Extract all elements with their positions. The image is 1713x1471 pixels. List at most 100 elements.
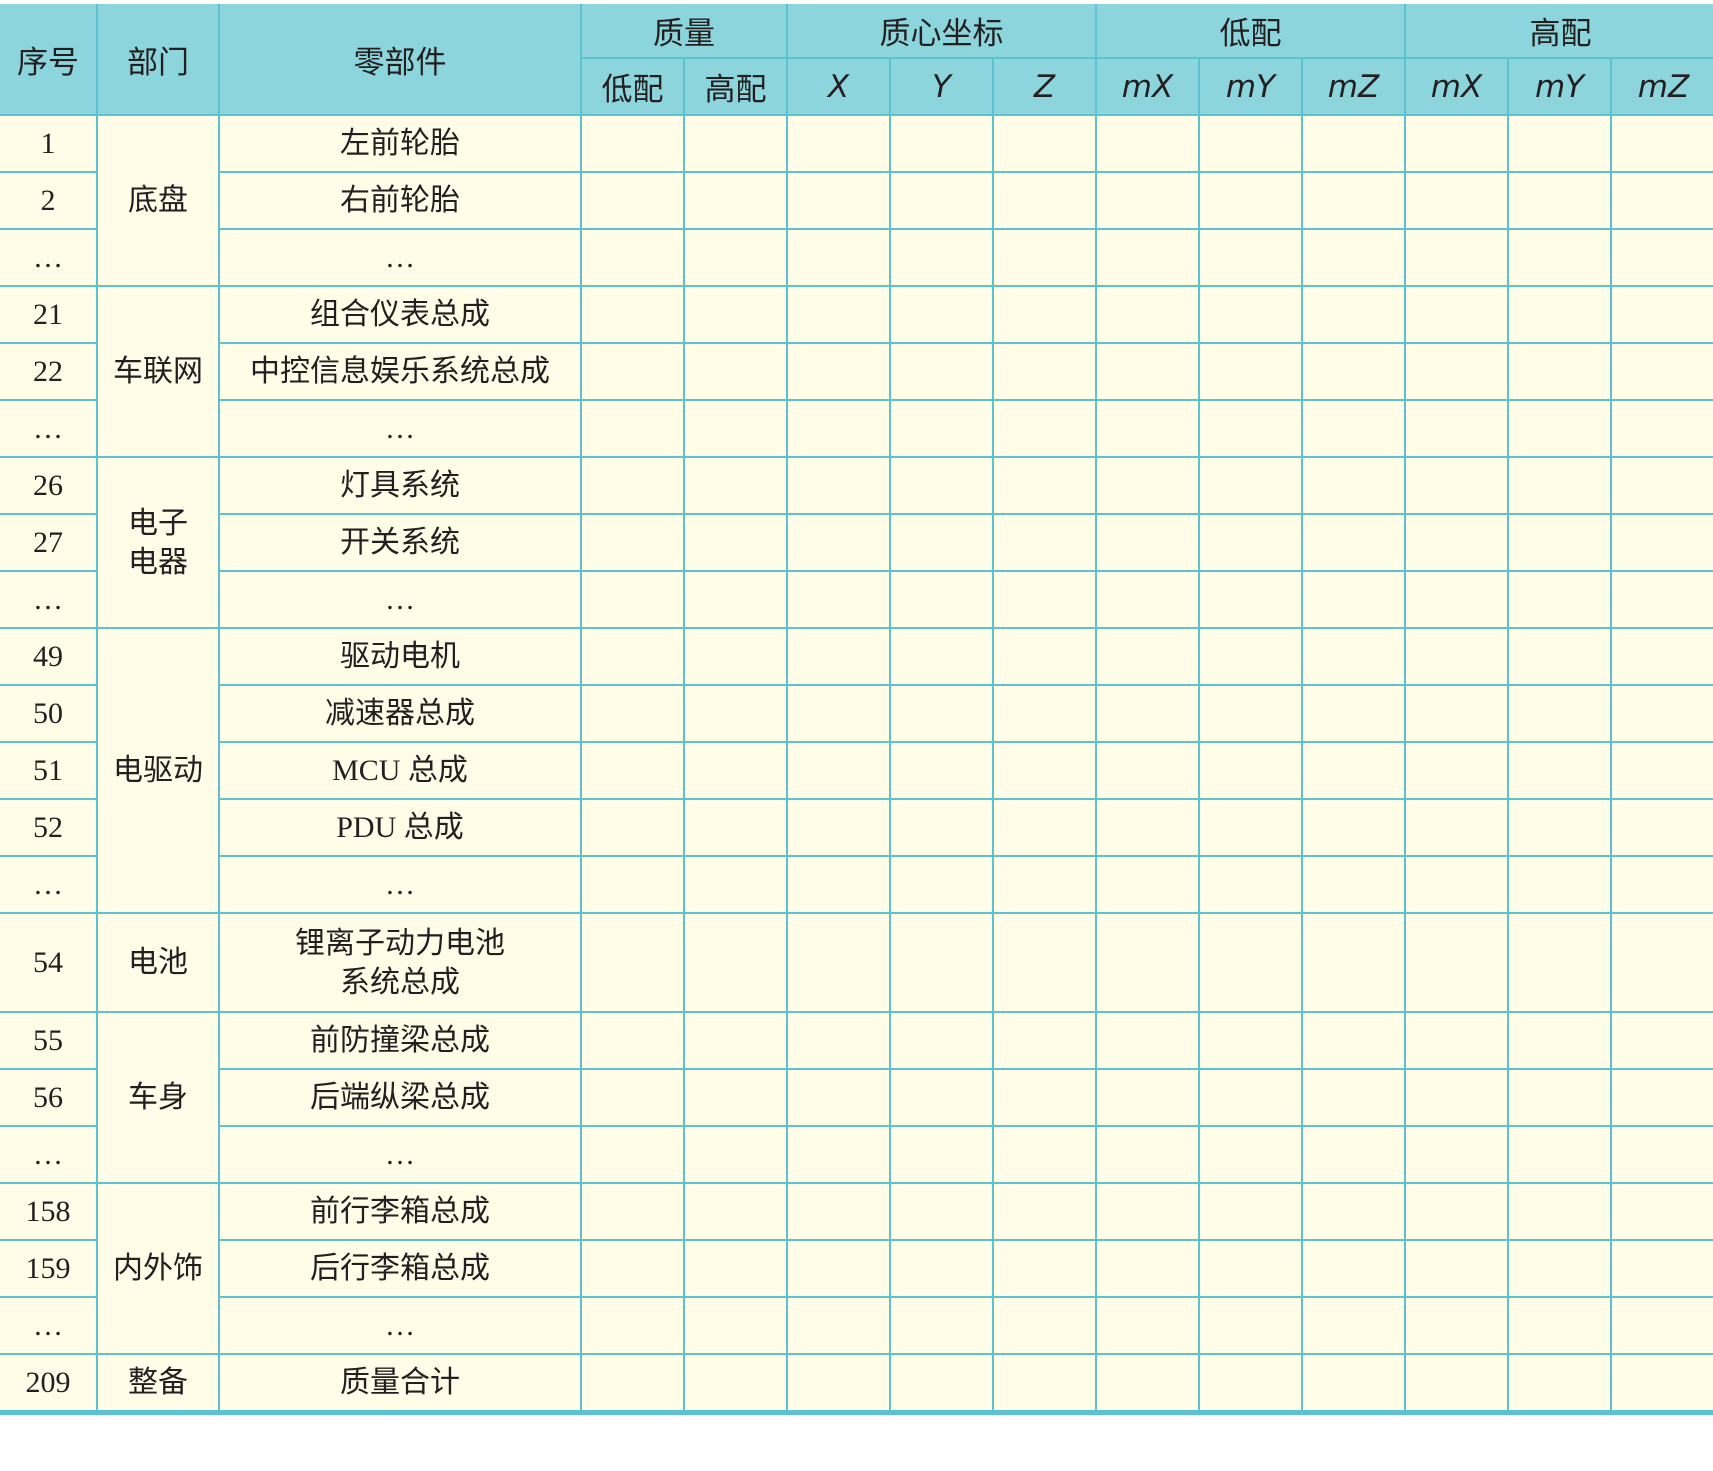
cell-empty — [683, 570, 788, 629]
cell-seq: 52 — [0, 798, 98, 857]
cell-seq: … — [0, 855, 98, 914]
header-mass: 质量 — [580, 4, 788, 59]
cell-empty — [889, 1296, 994, 1355]
cell-empty — [1198, 741, 1303, 800]
cell-empty — [580, 1296, 685, 1355]
cell-empty — [786, 171, 891, 230]
cell-empty — [992, 1011, 1097, 1070]
cell-empty — [1610, 570, 1713, 629]
cell-seq: 2 — [0, 171, 98, 230]
cell-dept: 底盘 — [96, 114, 220, 287]
table-body: 1 底盘 左前轮胎 2 右前轮胎…… 21 车联网 组合仪表总成 22 中控信息娱乐系统总成…… 2… — [0, 114, 1713, 1414]
cell-empty — [580, 513, 685, 572]
header-part: 零部件 — [218, 4, 582, 116]
cell-empty — [683, 1239, 788, 1298]
cell-empty — [683, 399, 788, 458]
cell-empty — [992, 627, 1097, 686]
cell-seq: 56 — [0, 1068, 98, 1127]
cell-part: 质量合计 — [218, 1353, 582, 1414]
cell-empty — [1300, 1125, 1407, 1184]
cell-empty — [1507, 456, 1613, 515]
cell-part: 中控信息娱乐系统总成 — [218, 342, 582, 401]
header-mass-high: 高配 — [683, 57, 788, 116]
cell-empty — [992, 912, 1097, 1013]
cell-empty — [992, 1353, 1097, 1414]
cell-dept: 内外饰 — [96, 1182, 220, 1355]
header-cog-x: X — [786, 57, 891, 116]
cell-empty — [786, 456, 891, 515]
cell-empty — [889, 570, 994, 629]
cell-empty — [1507, 1182, 1613, 1241]
cell-empty — [992, 1068, 1097, 1127]
cell-empty — [1198, 228, 1303, 287]
cell-empty — [1404, 513, 1510, 572]
cell-empty — [889, 285, 994, 344]
table-row: …… — [0, 399, 1713, 458]
cell-empty — [1404, 1011, 1510, 1070]
cell-empty — [1507, 399, 1613, 458]
cell-empty — [1404, 855, 1510, 914]
table-row: 2 右前轮胎 — [0, 171, 1713, 230]
cell-empty — [1404, 114, 1510, 173]
cell-empty — [889, 513, 994, 572]
header-cog: 质心坐标 — [786, 4, 1097, 59]
table-row: 49 电驱动 驱动电机 — [0, 627, 1713, 914]
cell-empty — [1404, 171, 1510, 230]
cell-empty — [1300, 228, 1407, 287]
cell-empty — [1610, 285, 1713, 344]
cell-empty — [1610, 1011, 1713, 1070]
cell-empty — [1300, 570, 1407, 629]
cell-empty — [992, 1239, 1097, 1298]
cell-empty — [1404, 570, 1510, 629]
cell-empty — [1095, 627, 1200, 686]
cell-empty — [1507, 285, 1613, 344]
cell-empty — [992, 855, 1097, 914]
mass-table-wrapper: 序号 部门 零部件 质量 质心坐标 低配 高配 低配 高配 X Y Z mX m… — [0, 4, 1713, 1415]
cell-empty — [580, 1011, 685, 1070]
cell-empty — [1198, 1068, 1303, 1127]
cell-empty — [889, 1182, 994, 1241]
cell-empty — [1507, 1239, 1613, 1298]
cell-empty — [580, 627, 685, 686]
cell-empty — [683, 456, 788, 515]
cell-empty — [580, 456, 685, 515]
cell-seq: 49 — [0, 627, 98, 686]
cell-empty — [1198, 684, 1303, 743]
cell-empty — [786, 798, 891, 857]
cell-empty — [889, 1068, 994, 1127]
header-cog-z: Z — [992, 57, 1097, 116]
cell-empty — [1610, 114, 1713, 173]
cell-empty — [683, 741, 788, 800]
cell-empty — [683, 114, 788, 173]
table-row: 26 电子 电器 灯具系统 — [0, 456, 1713, 629]
cell-empty — [1198, 627, 1303, 686]
cell-empty — [1404, 1296, 1510, 1355]
cell-empty — [992, 570, 1097, 629]
cell-empty — [1507, 513, 1613, 572]
cell-empty — [1198, 855, 1303, 914]
cell-empty — [1610, 1125, 1713, 1184]
cell-empty — [786, 342, 891, 401]
cell-empty — [1507, 627, 1613, 686]
cell-empty — [1507, 741, 1613, 800]
cell-empty — [1610, 513, 1713, 572]
cell-empty — [1610, 855, 1713, 914]
cell-empty — [992, 684, 1097, 743]
cell-empty — [889, 741, 994, 800]
header-low-my: mY — [1198, 57, 1303, 116]
cell-empty — [580, 171, 685, 230]
cell-seq: … — [0, 1125, 98, 1184]
cell-part: … — [218, 399, 582, 458]
cell-empty — [1095, 1125, 1200, 1184]
cell-part: 减速器总成 — [218, 684, 582, 743]
cell-empty — [1507, 570, 1613, 629]
cell-empty — [1610, 399, 1713, 458]
cell-empty — [786, 912, 891, 1013]
cell-empty — [889, 171, 994, 230]
cell-empty — [1610, 228, 1713, 287]
cell-part: 后行李箱总成 — [218, 1239, 582, 1298]
cell-empty — [1404, 741, 1510, 800]
table-row: …… — [0, 855, 1713, 914]
cell-part: … — [218, 228, 582, 287]
cell-empty — [1095, 741, 1200, 800]
